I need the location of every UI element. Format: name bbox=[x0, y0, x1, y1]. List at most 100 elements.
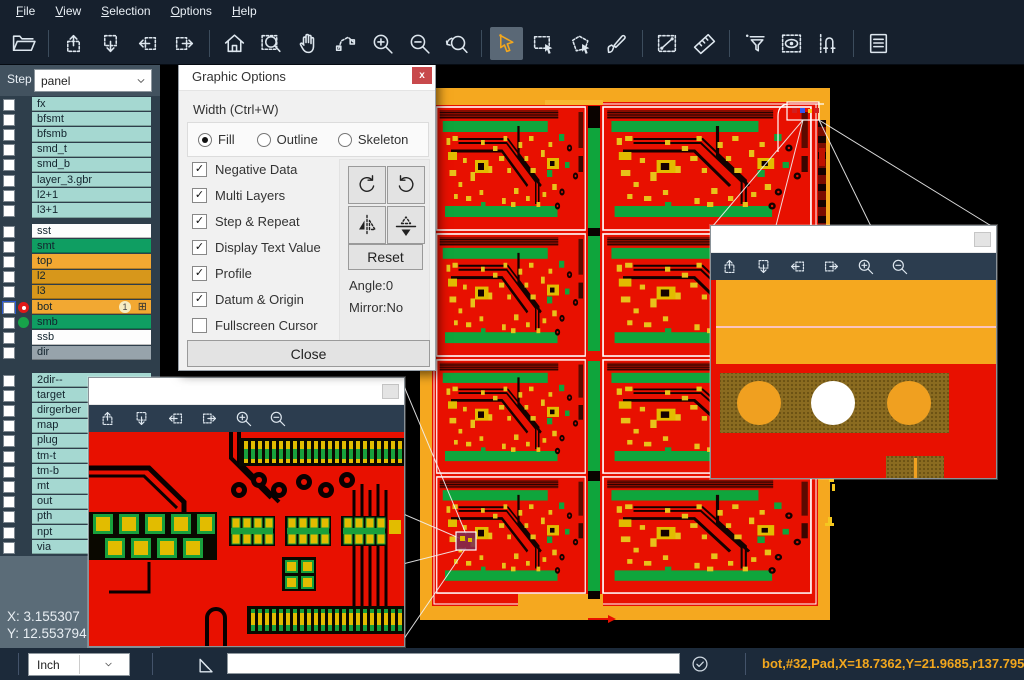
zoom-window-fiducial[interactable] bbox=[710, 225, 997, 479]
zoomwin-tool-pan-left[interactable] bbox=[164, 408, 186, 430]
checkbox-multi-layers[interactable]: ✓Multi Layers bbox=[192, 186, 285, 204]
close-button[interactable]: Close bbox=[187, 340, 430, 367]
layer-visibility-checkbox[interactable] bbox=[2, 189, 16, 202]
zoomwin-tool-pan-up[interactable] bbox=[718, 256, 740, 278]
layer-visibility-checkbox[interactable] bbox=[2, 225, 16, 238]
layer-row-fx[interactable]: fx bbox=[0, 97, 160, 112]
layer-row-smd_b[interactable]: smd_b bbox=[0, 158, 160, 173]
zoom-window-titlebar[interactable] bbox=[89, 378, 404, 405]
layer-name-cell[interactable]: fx bbox=[32, 97, 151, 111]
tool-zoom-previous[interactable] bbox=[440, 27, 473, 60]
layer-visibility-checkbox[interactable] bbox=[2, 316, 16, 329]
tool-pan-up[interactable] bbox=[57, 27, 90, 60]
layer-visibility-checkbox[interactable] bbox=[2, 98, 16, 111]
radio-circle[interactable] bbox=[257, 133, 271, 147]
layer-name-cell[interactable]: top bbox=[32, 254, 151, 268]
tool-select-cursor[interactable] bbox=[490, 27, 523, 60]
window-button[interactable] bbox=[382, 384, 399, 399]
radio-circle[interactable] bbox=[198, 133, 212, 147]
layer-row-bfsmb[interactable]: bfsmb bbox=[0, 127, 160, 142]
unit-select[interactable]: Inch bbox=[28, 653, 130, 676]
tool-report[interactable] bbox=[862, 27, 895, 60]
tool-measure-diagonal[interactable] bbox=[651, 27, 684, 60]
reset-button[interactable]: Reset bbox=[348, 244, 423, 270]
layer-row-dir[interactable]: dir bbox=[0, 346, 160, 361]
layer-visibility-checkbox[interactable] bbox=[2, 404, 16, 417]
zoomwin-tool-zoom-out[interactable] bbox=[888, 256, 910, 278]
checkbox-box[interactable]: ✓ bbox=[192, 292, 207, 307]
layer-row-smb[interactable]: smb bbox=[0, 315, 160, 330]
step-select[interactable]: panel bbox=[34, 69, 152, 92]
tool-select-rect[interactable] bbox=[527, 27, 560, 60]
flip-horizontal-button[interactable] bbox=[387, 206, 425, 244]
zoomwin-tool-pan-down[interactable] bbox=[130, 408, 152, 430]
layer-visibility-checkbox[interactable] bbox=[2, 480, 16, 493]
layer-visibility-checkbox[interactable] bbox=[2, 511, 16, 524]
layer-name-cell[interactable]: smd_t bbox=[32, 143, 151, 157]
rotate-cw-button[interactable] bbox=[348, 166, 386, 204]
window-button[interactable] bbox=[974, 232, 991, 247]
layer-visibility-checkbox[interactable] bbox=[2, 159, 16, 172]
tool-open-file[interactable] bbox=[7, 27, 40, 60]
zoomwin-tool-zoom-in[interactable] bbox=[232, 408, 254, 430]
layer-visibility-checkbox[interactable] bbox=[2, 496, 16, 509]
flip-vertical-button[interactable] bbox=[348, 206, 386, 244]
zoomwin-tool-pan-right[interactable] bbox=[198, 408, 220, 430]
checkbox-box[interactable]: ✓ bbox=[192, 188, 207, 203]
checkbox-step-repeat[interactable]: ✓Step & Repeat bbox=[192, 212, 300, 230]
radio-fill[interactable]: Fill bbox=[198, 132, 235, 147]
layer-visibility-checkbox[interactable] bbox=[2, 128, 16, 141]
layer-name-cell[interactable]: l3+1 bbox=[32, 203, 151, 217]
tool-home-view[interactable] bbox=[218, 27, 251, 60]
tool-pan-down[interactable] bbox=[94, 27, 127, 60]
layer-visibility-checkbox[interactable] bbox=[2, 420, 16, 433]
dialog-titlebar[interactable]: Graphic Options x bbox=[179, 63, 435, 91]
sync-icon[interactable] bbox=[690, 654, 711, 675]
tool-zoom-in[interactable] bbox=[366, 27, 399, 60]
tool-filter[interactable] bbox=[738, 27, 771, 60]
checkbox-box[interactable]: ✓ bbox=[192, 214, 207, 229]
layer-visibility-checkbox[interactable] bbox=[2, 255, 16, 268]
layer-name-cell[interactable]: bfsmt bbox=[32, 112, 151, 126]
radio-outline[interactable]: Outline bbox=[257, 132, 318, 147]
layer-visibility-checkbox[interactable] bbox=[2, 347, 16, 360]
rotate-ccw-button[interactable] bbox=[387, 166, 425, 204]
layer-name-cell[interactable]: bfsmb bbox=[32, 127, 151, 141]
layer-row-smt[interactable]: smt bbox=[0, 239, 160, 254]
layer-visibility-checkbox[interactable] bbox=[2, 389, 16, 402]
layer-row-smd_t[interactable]: smd_t bbox=[0, 143, 160, 158]
zoom-window-view[interactable] bbox=[89, 432, 404, 646]
checkbox-display-text-value[interactable]: ✓Display Text Value bbox=[192, 238, 321, 256]
layer-visibility-checkbox[interactable] bbox=[2, 331, 16, 344]
checkbox-profile[interactable]: ✓Profile bbox=[192, 264, 252, 282]
zoomwin-tool-pan-right[interactable] bbox=[820, 256, 842, 278]
layer-row-ssb[interactable]: ssb bbox=[0, 330, 160, 345]
zoomwin-tool-zoom-in[interactable] bbox=[854, 256, 876, 278]
checkbox-box[interactable]: ✓ bbox=[192, 240, 207, 255]
tool-view-options[interactable] bbox=[775, 27, 808, 60]
tool-snap[interactable] bbox=[812, 27, 845, 60]
layer-name-cell[interactable]: sst bbox=[32, 224, 151, 238]
radio-circle[interactable] bbox=[338, 133, 352, 147]
layer-row-bfsmt[interactable]: bfsmt bbox=[0, 112, 160, 127]
layer-name-cell[interactable]: dir bbox=[32, 346, 151, 360]
dialog-close-icon[interactable]: x bbox=[412, 67, 432, 84]
layer-row-l3+1[interactable]: l3+1 bbox=[0, 203, 160, 218]
menu-help[interactable]: Help bbox=[222, 2, 267, 21]
layer-visibility-checkbox[interactable] bbox=[2, 174, 16, 187]
checkbox-fullscreen-cursor[interactable]: Fullscreen Cursor bbox=[192, 316, 318, 334]
layer-name-cell[interactable]: l3 bbox=[32, 285, 151, 299]
tool-pan-right[interactable] bbox=[168, 27, 201, 60]
layer-visibility-checkbox[interactable] bbox=[2, 240, 16, 253]
menu-view[interactable]: View bbox=[45, 2, 91, 21]
layer-name-cell[interactable]: layer_3.gbr bbox=[32, 173, 151, 187]
zoom-window-view[interactable] bbox=[711, 280, 996, 478]
checkbox-box[interactable]: ✓ bbox=[192, 266, 207, 281]
layer-name-cell[interactable]: bot1⊞ bbox=[32, 300, 151, 314]
layer-visibility-checkbox[interactable] bbox=[2, 450, 16, 463]
menu-file[interactable]: File bbox=[6, 2, 45, 21]
tool-zoom-out[interactable] bbox=[403, 27, 436, 60]
tool-brush[interactable] bbox=[601, 27, 634, 60]
layer-visibility-checkbox[interactable] bbox=[2, 526, 16, 539]
layer-row-sst[interactable]: sst bbox=[0, 224, 160, 239]
